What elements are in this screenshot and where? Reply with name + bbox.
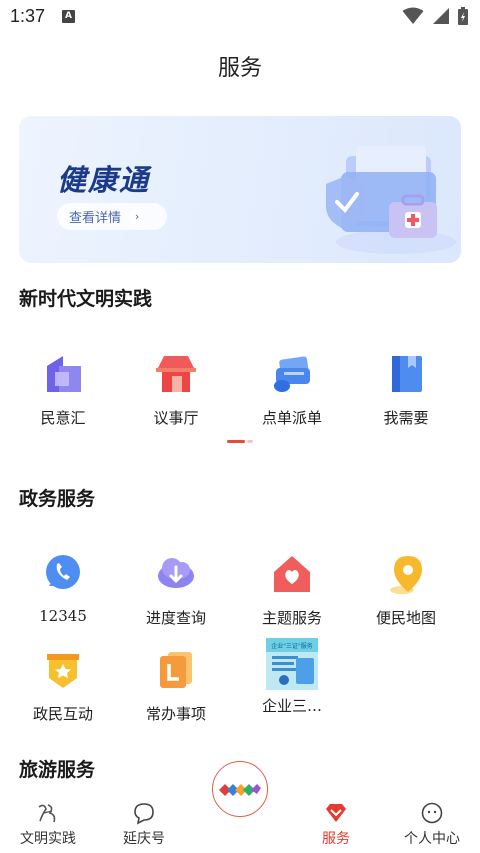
grid-item-meeting-hall[interactable]: 议事厅 [121, 352, 231, 428]
building-icon [47, 356, 81, 392]
health-banner[interactable]: 健康通 查看详情 › [19, 116, 461, 263]
tab-service[interactable]: 服务 [288, 787, 384, 853]
status-icons [402, 7, 468, 25]
tab-civilization-practice[interactable]: 文明实践 [0, 787, 96, 853]
section-title-civilization: 新时代文明实践 [19, 288, 153, 310]
center-logo-icon [219, 784, 261, 796]
tab-label: 服务 [322, 831, 350, 847]
signal-icon [433, 8, 449, 24]
page-dot-active [227, 440, 245, 443]
cloud-download-icon [158, 558, 194, 588]
book-icon [392, 356, 422, 392]
grid-item-12345[interactable]: 12345 [8, 552, 118, 625]
document-l-icon [160, 652, 192, 688]
diamond-icon [326, 804, 346, 822]
map-pin-icon [390, 556, 422, 594]
chat-bubble-icon [134, 803, 154, 825]
meeting-hall-icon [156, 356, 196, 392]
grid-label: 便民地图 [375, 609, 436, 627]
poster-text: 企业"三证"服务 [271, 642, 313, 650]
order-dispatch-icon [274, 356, 310, 392]
grid-label: 我需要 [383, 409, 429, 427]
status-time: 1:37 [10, 6, 46, 26]
grid-item-order-dispatch[interactable]: 点单派单 [237, 352, 347, 428]
grid-label: 进度查询 [145, 609, 206, 627]
tab-label: 文明实践 [20, 831, 76, 847]
grid-label: 企业三… [261, 697, 322, 715]
notification-badge-icon: A [62, 10, 75, 23]
page-dot [247, 440, 253, 443]
battery-icon [458, 7, 468, 25]
grid-item-enterprise[interactable]: 企业"三证"服务 企业三… [237, 638, 347, 716]
bottom-tab-bar: 文明实践 延庆号 服务 个人中心 [0, 761, 480, 853]
grid-item-opinion[interactable]: 民意汇 [8, 352, 118, 428]
tab-label: 个人中心 [404, 831, 460, 847]
grid-label: 议事厅 [153, 409, 199, 427]
section-title-government: 政务服务 [19, 488, 96, 510]
grid-label: 12345 [39, 607, 87, 625]
grid-item-citizen-interaction[interactable]: 政民互动 [8, 648, 118, 724]
face-icon [421, 802, 443, 824]
badge-star-icon [47, 654, 79, 688]
page-title: 服务 [217, 56, 262, 81]
wifi-icon [402, 7, 424, 24]
grid-item-i-need[interactable]: 我需要 [351, 352, 461, 428]
grid-label: 点单派单 [261, 409, 322, 427]
grid-label: 政民互动 [32, 705, 93, 723]
phone-icon [46, 555, 80, 589]
home-heart-icon [274, 556, 310, 592]
grid-label: 常办事项 [145, 705, 206, 723]
section-title-tourism: 旅游服务 [19, 759, 96, 781]
grid-label: 民意汇 [40, 409, 86, 427]
poster-thumbnail-icon: 企业"三证"服务 [266, 638, 318, 690]
grid-item-common-items[interactable]: 常办事项 [121, 648, 231, 724]
grid-label: 主题服务 [261, 609, 322, 627]
tab-personal-center[interactable]: 个人中心 [384, 787, 480, 853]
medical-folder-illustration [326, 146, 456, 254]
tab-label: 延庆号 [123, 831, 165, 847]
banner-title: 健康通 [57, 163, 151, 197]
page-indicator [227, 440, 253, 444]
grid-item-convenience-map[interactable]: 便民地图 [351, 552, 461, 628]
status-bar: 1:37 A [0, 0, 480, 34]
view-details-label: 查看详情 [69, 211, 122, 226]
tab-yanqing-account[interactable]: 延庆号 [96, 787, 192, 853]
grid-item-theme-service[interactable]: 主题服务 [237, 552, 347, 628]
grid-item-progress-query[interactable]: 进度查询 [121, 552, 231, 628]
chevron-right-icon: › [129, 208, 146, 225]
view-details-button[interactable]: 查看详情 › [57, 203, 167, 230]
center-logo-button[interactable] [212, 761, 268, 817]
calligraphy-icon [38, 804, 56, 823]
